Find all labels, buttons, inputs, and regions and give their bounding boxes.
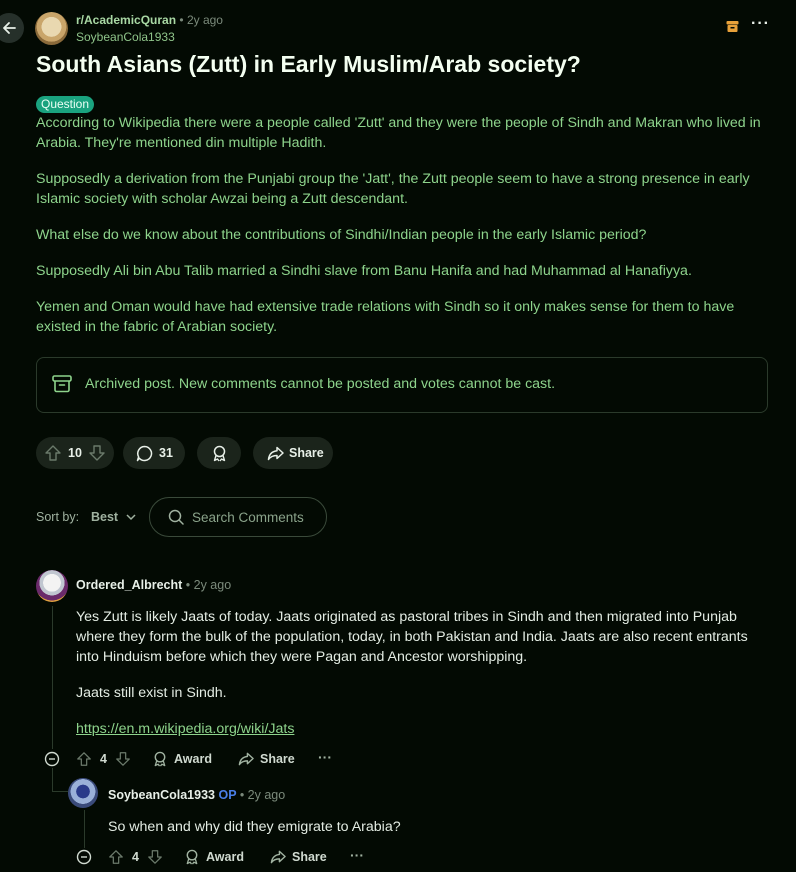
subreddit-name[interactable]: r/AcademicQuran <box>76 13 176 27</box>
comment-age: 2y ago <box>193 578 232 592</box>
comment-author[interactable]: SoybeanCola1933 <box>108 788 215 802</box>
comment-award-button[interactable]: Award <box>184 849 244 865</box>
op-badge: OP <box>218 788 237 802</box>
award-button[interactable] <box>197 437 241 469</box>
share-label: Share <box>289 446 324 460</box>
chevron-down-icon <box>126 514 136 521</box>
downvote-icon[interactable] <box>147 849 163 865</box>
share-icon <box>270 850 286 864</box>
post-flair[interactable]: Question <box>36 96 95 113</box>
thread-line <box>52 768 53 792</box>
vote-pill: 10 <box>36 437 114 469</box>
post-paragraph-1: According to Wikipedia there were a peop… <box>36 115 761 151</box>
post-paragraph-5: Yemen and Oman would have had extensive … <box>36 299 735 335</box>
collapse-icon[interactable] <box>76 849 92 865</box>
share-icon <box>238 752 254 766</box>
thread-branch <box>52 791 68 792</box>
comment-author[interactable]: Ordered_Albrecht <box>76 578 182 592</box>
comments-button[interactable]: 31 <box>123 437 185 469</box>
comment-text: So when and why did they emigrate to Ara… <box>108 819 401 835</box>
thread-line[interactable] <box>84 810 85 848</box>
comment-actions: 4 <box>108 849 163 865</box>
arrow-left-icon <box>3 22 16 34</box>
back-button[interactable] <box>0 13 24 43</box>
upvote-icon[interactable] <box>44 444 62 462</box>
downvote-icon[interactable] <box>88 444 106 462</box>
sort-value: Best <box>91 510 119 524</box>
share-label: Share <box>260 752 295 766</box>
comments-count: 31 <box>159 446 173 460</box>
post-author[interactable]: SoybeanCola1933 <box>76 30 175 44</box>
comment-paragraph-2: Jaats still exist in Sindh. <box>76 685 227 701</box>
archived-notice-text: Archived post. New comments cannot be po… <box>85 376 556 392</box>
sort-label: Sort by: <box>36 510 80 524</box>
comment-actions: 4 <box>76 751 131 767</box>
comment-icon <box>136 445 153 461</box>
award-label: Award <box>206 850 244 864</box>
more-icon[interactable]: ··· <box>318 749 332 765</box>
comment-author-line: Ordered_Albrecht • 2y ago <box>76 578 232 592</box>
subreddit-avatar[interactable] <box>35 12 68 45</box>
award-icon <box>186 849 198 865</box>
post-title: South Asians (Zutt) in Early Muslim/Arab… <box>36 51 581 77</box>
downvote-icon[interactable] <box>115 751 131 767</box>
post-paragraph-2: Supposedly a derivation from the Punjabi… <box>36 171 750 207</box>
comment-link[interactable]: https://en.m.wikipedia.org/wiki/Jats <box>76 719 294 739</box>
search-icon <box>168 509 184 525</box>
comment-share-button[interactable]: Share <box>270 849 327 865</box>
thread-line[interactable] <box>52 606 53 749</box>
sort-dropdown[interactable]: Best <box>91 510 136 524</box>
comment-paragraph-1: Yes Zutt is likely Jaats of today. Jaats… <box>76 609 748 665</box>
post-paragraph-4: Supposedly Ali bin Abu Talib married a S… <box>36 263 692 279</box>
share-button[interactable]: Share <box>253 437 333 469</box>
comment-age: 2y ago <box>247 788 286 802</box>
comment-vote-count: 4 <box>100 752 107 766</box>
award-label: Award <box>174 752 212 766</box>
share-icon <box>267 446 284 460</box>
avatar[interactable] <box>36 570 68 602</box>
comment-award-button[interactable]: Award <box>152 751 212 767</box>
award-icon <box>213 445 225 461</box>
post-paragraph-3: What else do we know about the contribut… <box>36 227 647 243</box>
post-age: 2y ago <box>186 13 223 27</box>
share-label: Share <box>292 850 327 864</box>
search-placeholder: Search Comments <box>192 510 304 525</box>
award-icon <box>154 751 166 767</box>
subreddit-line: r/AcademicQuran • 2y ago <box>76 13 223 27</box>
archive-icon <box>52 375 72 393</box>
upvote-icon[interactable] <box>108 849 124 865</box>
more-icon[interactable]: ··· <box>350 847 364 863</box>
more-icon[interactable]: ··· <box>751 15 770 33</box>
archive-icon <box>726 21 739 32</box>
collapse-icon[interactable] <box>44 751 60 767</box>
comment-vote-count: 4 <box>132 850 139 864</box>
post-vote-count: 10 <box>68 446 82 460</box>
upvote-icon[interactable] <box>76 751 92 767</box>
avatar[interactable] <box>68 778 98 808</box>
comment-share-button[interactable]: Share <box>238 751 295 767</box>
comment-author-line: SoybeanCola1933 OP • 2y ago <box>108 788 286 802</box>
